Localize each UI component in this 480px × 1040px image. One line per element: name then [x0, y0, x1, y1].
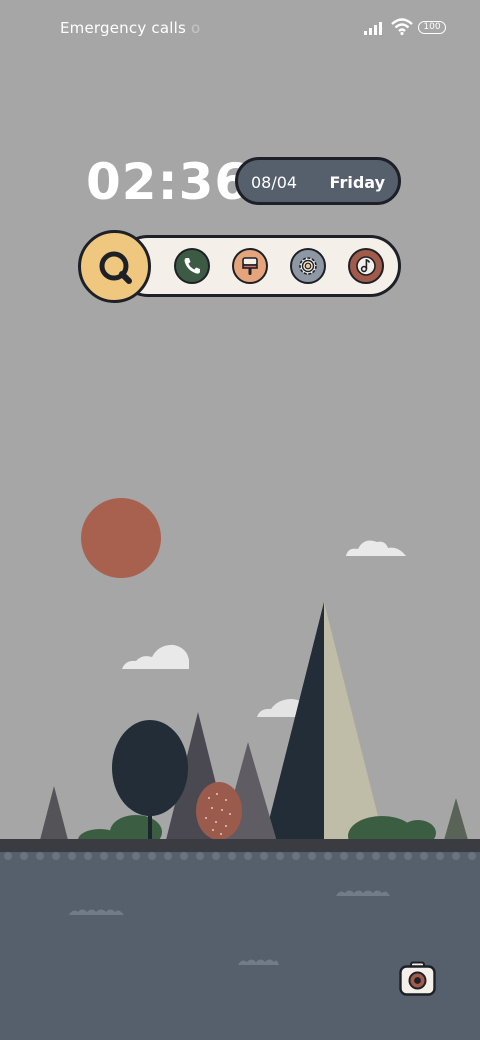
tall-mountain-lit [324, 602, 386, 848]
water [0, 852, 480, 1040]
camera-shortcut-button[interactable] [399, 961, 436, 996]
sun [81, 498, 161, 578]
tall-mountain-shadow [262, 602, 324, 848]
small-peak-right [444, 798, 468, 840]
cloud-right [346, 540, 406, 556]
cloud-left [122, 644, 189, 669]
wallpaper-landscape [0, 498, 480, 1040]
shoreline [0, 839, 480, 853]
small-peak-left [40, 786, 68, 840]
camera-icon [399, 961, 436, 996]
